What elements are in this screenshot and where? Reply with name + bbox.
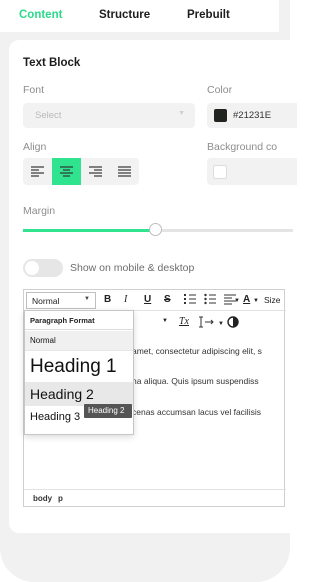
format-option-normal[interactable]: Normal <box>25 331 133 351</box>
toggle-label: Show on mobile & desktop <box>70 262 195 274</box>
tab-bar: Content Structure Prebuilt <box>0 0 279 32</box>
background-swatch <box>213 165 227 179</box>
align-right-button[interactable] <box>81 158 110 185</box>
background-color-picker[interactable] <box>207 158 297 185</box>
contrast-icon[interactable] <box>227 316 239 331</box>
section-title: Text Block <box>23 57 81 69</box>
editor-line: cenas accumsan lacus vel facilisis <box>132 407 261 417</box>
chevron-down-icon: ▼ <box>253 298 259 304</box>
bold-button[interactable]: B <box>104 294 111 305</box>
toggle-knob <box>25 261 39 275</box>
background-color-label: Background co <box>207 141 278 153</box>
margin-slider-fill <box>23 229 156 232</box>
tab-prebuilt[interactable]: Prebuilt <box>187 9 230 21</box>
chevron-down-icon: ▼ <box>218 321 224 327</box>
text-color-button[interactable]: A <box>243 294 250 305</box>
tooltip: Heading 2 <box>84 404 132 418</box>
align-justify-icon <box>118 166 131 177</box>
line-height-icon[interactable] <box>199 316 217 331</box>
strikethrough-button[interactable]: S <box>164 294 171 305</box>
dropdown-header: Paragraph Format <box>25 311 133 330</box>
format-value: Normal <box>32 296 60 306</box>
chevron-down-icon[interactable]: ▼ <box>162 318 168 324</box>
path-item-body[interactable]: body <box>33 494 52 503</box>
color-swatch <box>214 109 227 122</box>
mobile-desktop-toggle[interactable] <box>23 259 63 277</box>
paragraph-format-select[interactable]: Normal ▼ <box>26 292 96 309</box>
clear-format-button[interactable]: Tx <box>179 316 189 327</box>
font-size-select[interactable]: Size <box>264 295 281 305</box>
underline-button[interactable]: U <box>144 294 151 305</box>
color-picker[interactable]: #21231E <box>207 103 297 128</box>
tab-structure[interactable]: Structure <box>99 9 150 21</box>
color-label: Color <box>207 84 233 96</box>
italic-button[interactable]: I <box>124 294 127 305</box>
align-justify-button[interactable] <box>110 158 139 185</box>
align-label: Align <box>23 141 47 153</box>
format-option-heading-2[interactable]: Heading 2 <box>25 382 133 406</box>
align-center-button[interactable] <box>52 158 81 185</box>
chevron-down-icon: ▼ <box>178 110 185 117</box>
editor-toolbar: Normal ▼ B I U S ▼ A ▼ Size <box>24 290 286 311</box>
chevron-down-icon: ▼ <box>234 298 240 304</box>
editor-line: na aliqua. Quis ipsum suspendiss <box>132 376 259 386</box>
font-select-placeholder: Select <box>35 110 62 121</box>
font-select[interactable]: Select ▼ <box>23 103 195 128</box>
format-option-heading-1[interactable]: Heading 1 <box>25 352 133 382</box>
chevron-down-icon: ▼ <box>84 296 90 302</box>
ordered-list-icon[interactable] <box>184 293 196 308</box>
margin-label: Margin <box>23 205 56 217</box>
path-item-p[interactable]: p <box>58 494 63 503</box>
align-left-button[interactable] <box>23 158 52 185</box>
align-right-icon <box>89 166 102 177</box>
align-button-group <box>23 158 139 185</box>
color-value: #21231E <box>233 110 272 121</box>
element-path-bar: body p <box>24 489 286 506</box>
unordered-list-icon[interactable] <box>204 293 216 308</box>
tab-content[interactable]: Content <box>19 9 62 21</box>
editor-line: amet, consectetur adipiscing elit, s <box>132 346 262 356</box>
align-center-icon <box>60 166 73 177</box>
font-label: Font <box>23 84 45 96</box>
align-left-icon <box>31 166 44 177</box>
